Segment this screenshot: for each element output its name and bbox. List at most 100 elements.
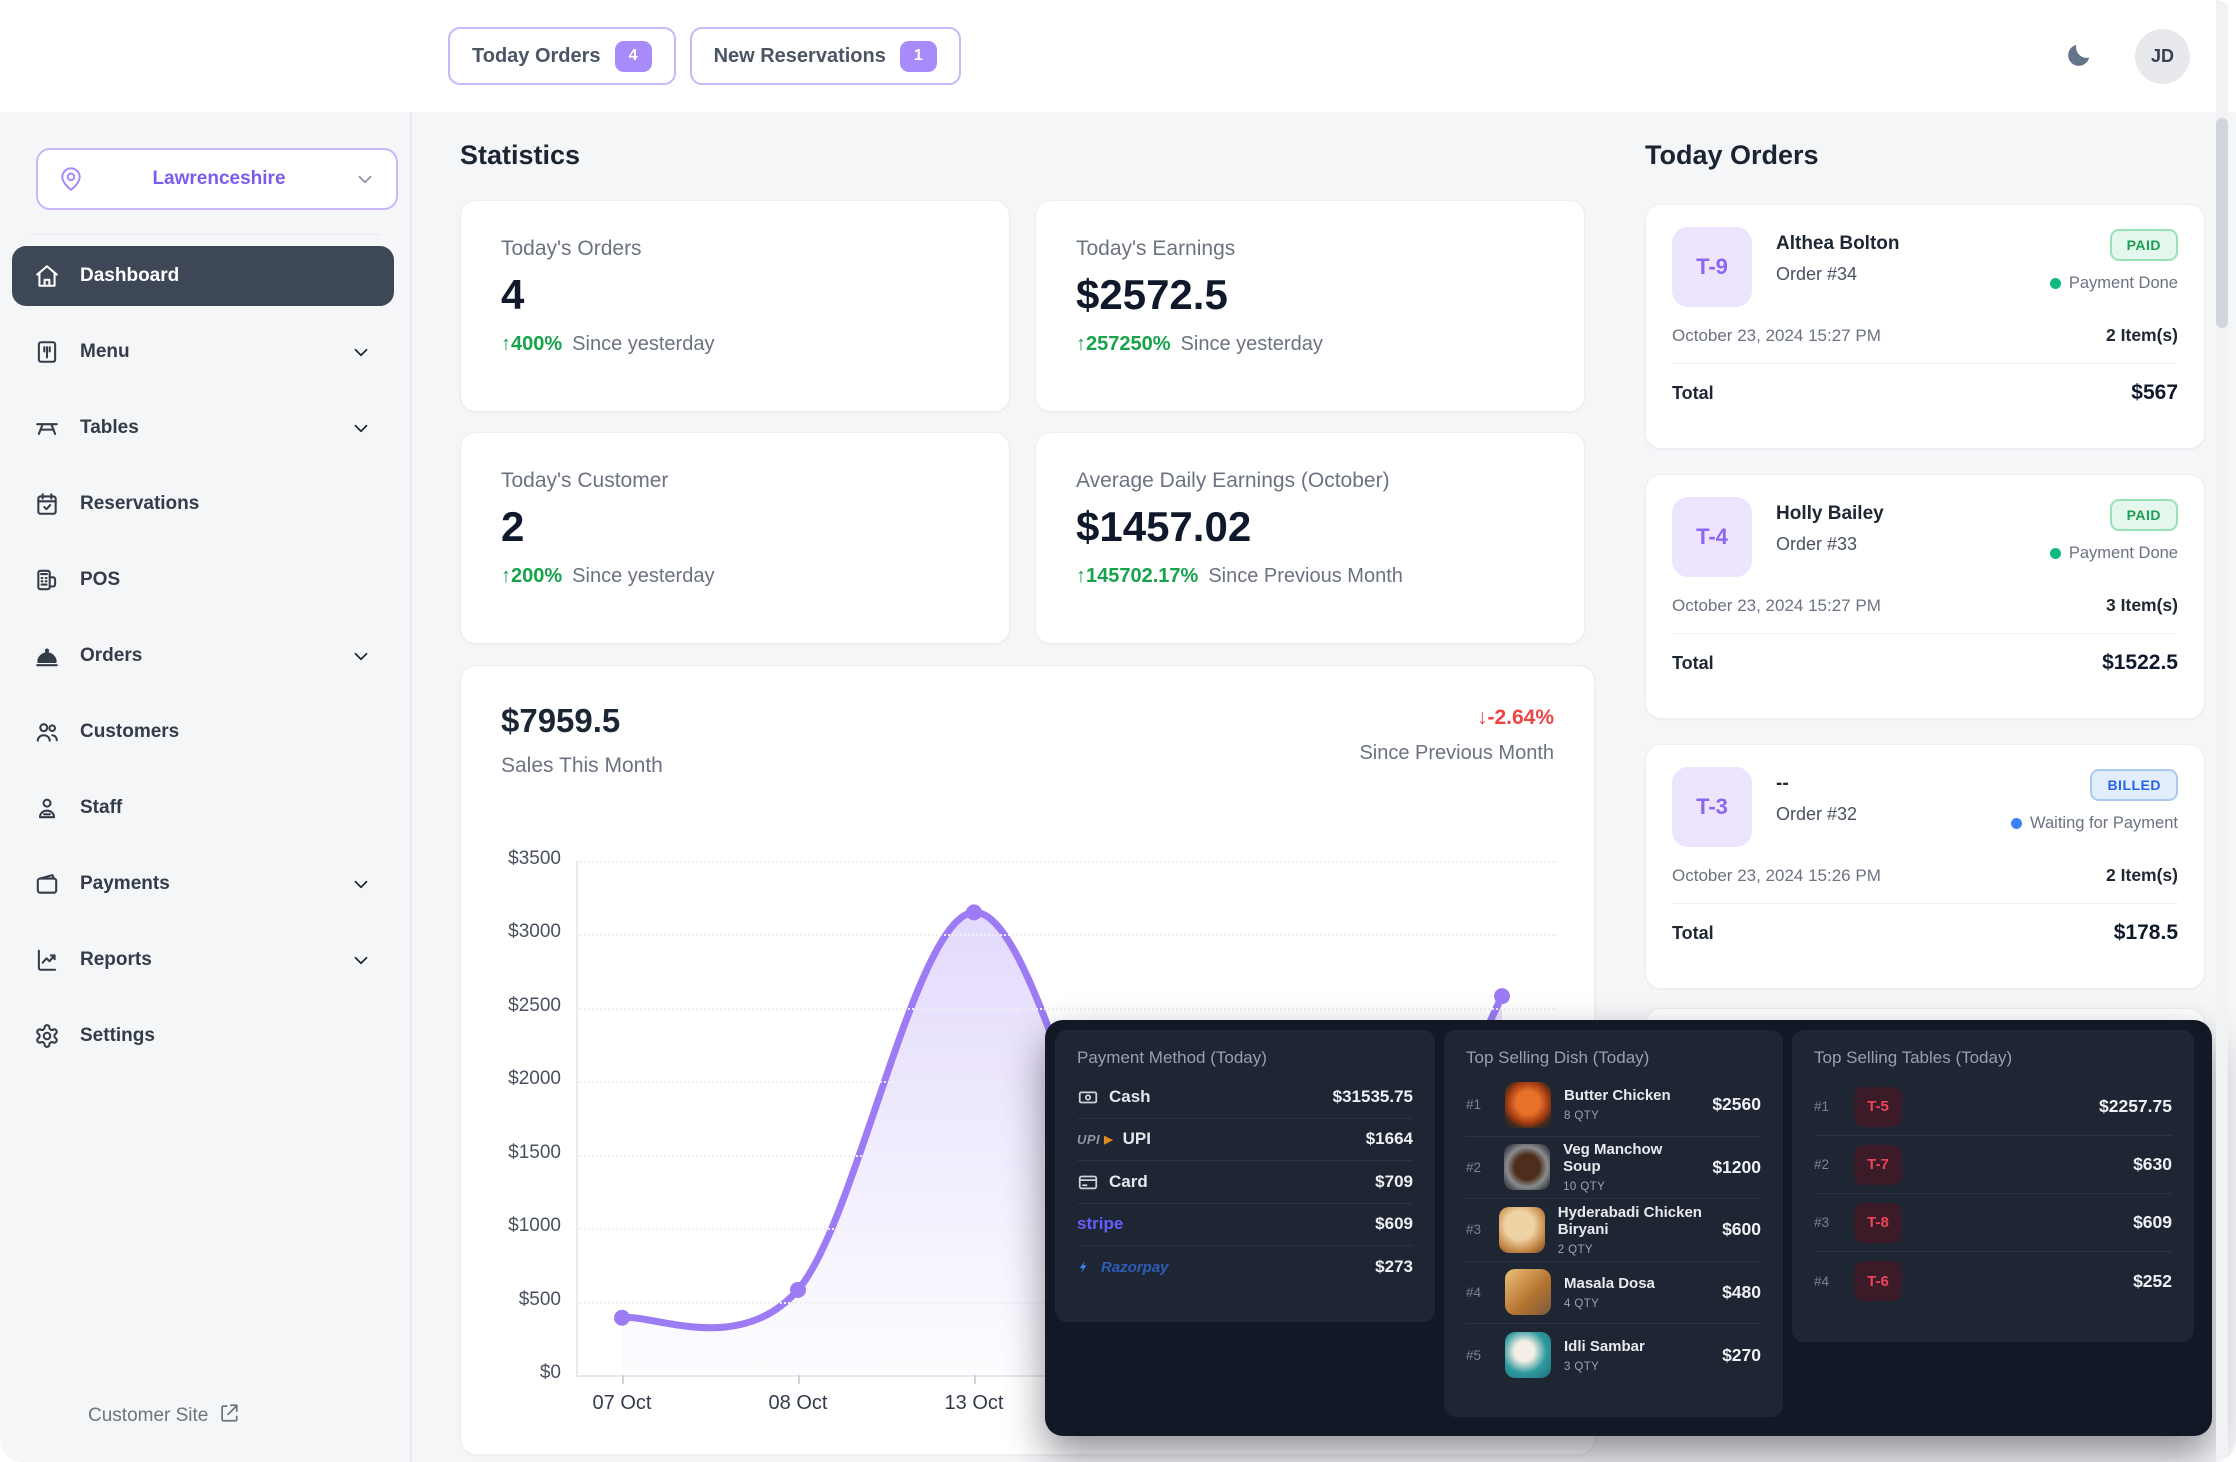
payment-row: Cash $31535.75	[1077, 1076, 1413, 1119]
dark-mode-toggle[interactable]	[2056, 36, 2100, 80]
dish-amount: $480	[1722, 1282, 1761, 1303]
new-reservations-button[interactable]: New Reservations 1	[690, 27, 961, 85]
sidebar: Lawrenceshire Dashboard Menu Tables	[0, 112, 412, 1462]
dish-image	[1499, 1207, 1545, 1253]
dish-qty: 10 QTY	[1563, 1181, 1699, 1193]
sidebar-item-label: Payments	[80, 873, 170, 895]
table-badge: T-6	[1854, 1261, 1902, 1301]
order-card[interactable]: T-3 -- Order #32 BILLED Waiting for Paym…	[1645, 744, 2205, 989]
y-axis-tick-label: $2500	[461, 995, 561, 1017]
sidebar-item-staff[interactable]: Staff	[12, 778, 394, 838]
payment-amount: $609	[1375, 1214, 1413, 1234]
rank-label: #3	[1814, 1215, 1840, 1230]
stat-card-todays-orders: Today's Orders 4 ↑400% Since yesterday	[460, 200, 1010, 412]
dish-row: #3 Hyderabadi Chicken Biryani2 QTY $600	[1466, 1199, 1761, 1262]
dish-name: Hyderabadi Chicken Biryani	[1558, 1204, 1709, 1238]
sidebar-item-orders[interactable]: Orders	[12, 626, 394, 686]
stat-label: Today's Customer	[501, 469, 969, 493]
customer-site-link[interactable]: Customer Site	[88, 1402, 240, 1430]
total-value: $1522.5	[2102, 651, 2178, 675]
rank-label: #2	[1466, 1160, 1491, 1175]
stripe-logo-icon: stripe	[1077, 1214, 1123, 1234]
rank-label: #5	[1466, 1348, 1492, 1363]
order-number: Order #33	[1776, 534, 1884, 555]
table-amount: $609	[2133, 1212, 2172, 1233]
staff-person-icon	[34, 795, 60, 821]
customer-name: --	[1776, 773, 1857, 795]
sidebar-item-settings[interactable]: Settings	[12, 1006, 394, 1066]
order-datetime: October 23, 2024 15:26 PM	[1672, 866, 1881, 886]
sidebar-item-label: Reports	[80, 949, 152, 971]
payment-status: Waiting for Payment	[2011, 814, 2178, 833]
today-orders-button[interactable]: Today Orders 4	[448, 27, 676, 85]
y-axis-tick-label: $3000	[461, 921, 561, 943]
y-axis-tick-label: $1000	[461, 1215, 561, 1237]
sidebar-item-customers[interactable]: Customers	[12, 702, 394, 762]
status-dot-icon	[2050, 548, 2061, 559]
gear-icon	[34, 1023, 60, 1049]
chevron-down-icon	[350, 645, 372, 667]
card-icon	[1077, 1171, 1099, 1193]
top-selling-tables-panel: Top Selling Tables (Today) #1 T-5 $2257.…	[1792, 1030, 2194, 1342]
menu-card-icon	[34, 339, 60, 365]
sidebar-divider	[30, 234, 380, 235]
total-label: Total	[1672, 383, 1714, 404]
payment-amount: $273	[1375, 1257, 1413, 1277]
divider	[1672, 363, 2178, 364]
stat-delta: ↑145702.17% Since Previous Month	[1076, 565, 1544, 588]
dish-name: Veg Manchow Soup	[1563, 1141, 1699, 1175]
wallet-icon	[34, 871, 60, 897]
customer-name: Althea Bolton	[1776, 233, 1900, 255]
today-orders-button-label: Today Orders	[472, 45, 601, 68]
sidebar-item-pos[interactable]: POS	[12, 550, 394, 610]
total-label: Total	[1672, 653, 1714, 674]
order-card[interactable]: T-4 Holly Bailey Order #33 PAID Payment …	[1645, 474, 2205, 719]
stat-card-average-daily-earnings: Average Daily Earnings (October) $1457.0…	[1035, 432, 1585, 644]
dish-row: #1 Butter Chicken8 QTY $2560	[1466, 1074, 1761, 1137]
users-icon	[34, 719, 60, 745]
stat-value: 2	[501, 503, 969, 551]
new-reservations-button-label: New Reservations	[714, 45, 886, 68]
x-axis-tick	[798, 1375, 800, 1384]
dish-image	[1504, 1144, 1550, 1190]
arrow-up-icon: ↑	[501, 565, 511, 587]
payment-row: Razorpay $273	[1077, 1246, 1413, 1289]
dish-image	[1505, 1332, 1551, 1378]
order-datetime: October 23, 2024 15:27 PM	[1672, 326, 1881, 346]
razorpay-logo-icon	[1077, 1259, 1091, 1275]
customer-site-label: Customer Site	[88, 1405, 208, 1427]
divider	[1672, 903, 2178, 904]
sidebar-item-dashboard[interactable]: Dashboard	[12, 246, 394, 306]
payment-amount: $1664	[1366, 1129, 1413, 1149]
table-badge: T-7	[1854, 1145, 1902, 1185]
payment-row: Card $709	[1077, 1161, 1413, 1204]
table-badge: T-9	[1672, 227, 1752, 307]
customer-name: Holly Bailey	[1776, 503, 1884, 525]
sidebar-item-menu[interactable]: Menu	[12, 322, 394, 382]
sidebar-item-tables[interactable]: Tables	[12, 398, 394, 458]
table-badge: T-5	[1854, 1087, 1902, 1127]
today-orders-count-badge: 4	[615, 41, 652, 72]
payment-method-panel: Payment Method (Today) Cash $31535.75 UP…	[1055, 1030, 1435, 1322]
rank-label: #1	[1814, 1099, 1840, 1114]
table-row: #4 T-6 $252	[1814, 1252, 2172, 1310]
table-amount: $630	[2133, 1154, 2172, 1175]
scrollbar-thumb[interactable]	[2216, 118, 2228, 328]
stat-value: $1457.02	[1076, 503, 1544, 551]
dish-amount: $600	[1722, 1219, 1761, 1240]
chevron-down-icon	[350, 341, 372, 363]
calendar-check-icon	[34, 491, 60, 517]
table-row: #1 T-5 $2257.75	[1814, 1078, 2172, 1136]
total-value: $178.5	[2114, 921, 2178, 945]
sidebar-item-reservations[interactable]: Reservations	[12, 474, 394, 534]
gridline	[577, 934, 1557, 936]
user-avatar[interactable]: JD	[2135, 29, 2190, 84]
location-selector[interactable]: Lawrenceshire	[36, 148, 398, 210]
sidebar-item-payments[interactable]: Payments	[12, 854, 394, 914]
y-axis-tick-label: $3500	[461, 848, 561, 870]
statistics-title: Statistics	[460, 140, 580, 171]
sidebar-item-label: POS	[80, 569, 120, 591]
order-card[interactable]: T-9 Althea Bolton Order #34 PAID Payment…	[1645, 204, 2205, 449]
sidebar-item-reports[interactable]: Reports	[12, 930, 394, 990]
stat-card-todays-earnings: Today's Earnings $2572.5 ↑257250% Since …	[1035, 200, 1585, 412]
